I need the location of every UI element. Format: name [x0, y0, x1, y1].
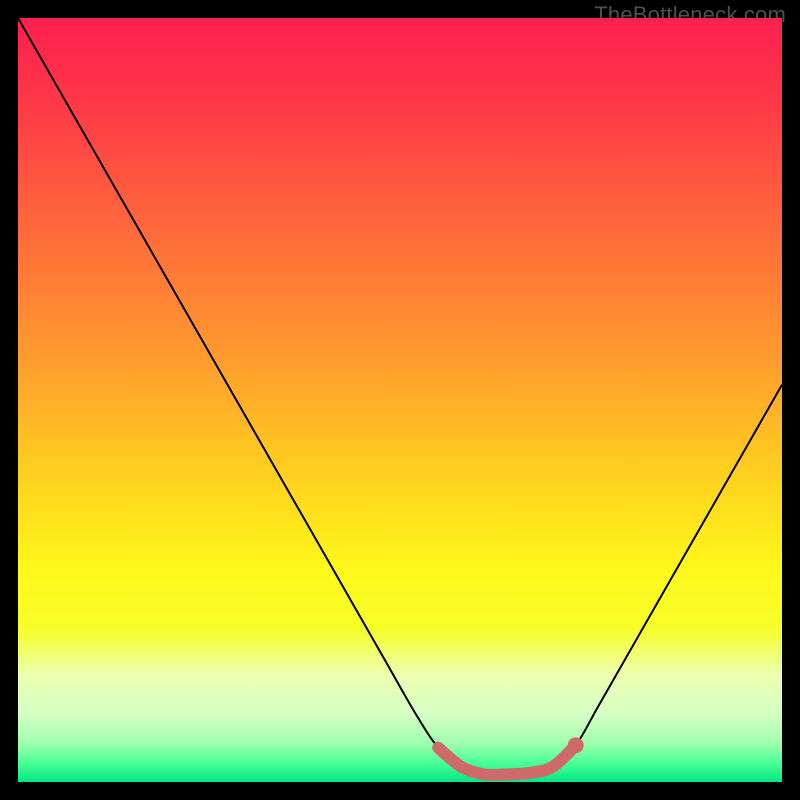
chart-background [18, 18, 782, 782]
chart-plot-area [18, 18, 782, 782]
optimal-marker-dot [568, 737, 584, 753]
chart-frame: TheBottleneck.com [0, 0, 800, 800]
chart-svg [18, 18, 782, 782]
